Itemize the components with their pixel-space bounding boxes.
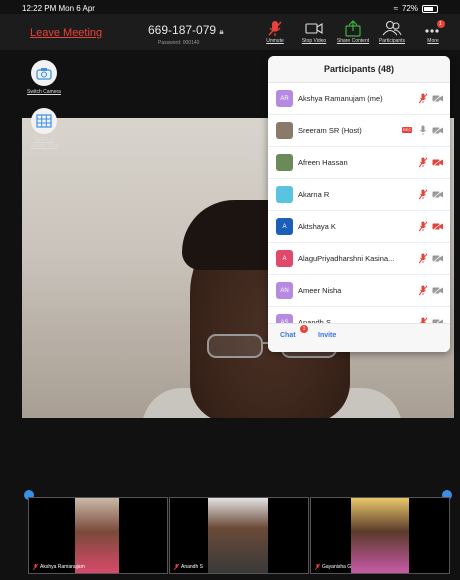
participant-name: Akshya Ramanujam (me) (298, 94, 383, 103)
stop-video-button[interactable]: Stop Video (296, 20, 332, 44)
avatar: A (276, 218, 293, 235)
avatar (276, 122, 293, 139)
meeting-toolbar: Leave Meeting 669-187-079 🔒︎ Password: 0… (0, 14, 460, 50)
participants-list: AR Akshya Ramanujam (me) Sreeram SR (Host)… (268, 83, 450, 339)
avatar: AN (276, 282, 293, 299)
participants-button[interactable]: Participants (374, 20, 410, 44)
participant-row[interactable]: A AlaguPriyadharshni Kasina... (268, 243, 450, 275)
camera-switch-icon (36, 67, 52, 80)
thumbnail-name: Gayanisha G (322, 564, 352, 570)
participants-title: Participants (48) (268, 56, 450, 83)
mic-icon (420, 125, 426, 135)
avatar (276, 186, 293, 203)
mic-muted-icon (418, 221, 428, 232)
meeting-password: Password: 000140 (158, 40, 200, 46)
recording-badge: REC (402, 127, 412, 133)
mic-muted-icon (418, 253, 428, 264)
avatar: A (276, 250, 293, 267)
status-time: 12:22 PM Mon 6 Apr (22, 4, 95, 13)
leave-meeting-button[interactable]: Leave Meeting (30, 27, 102, 39)
video-off-icon (432, 190, 444, 199)
video-thumbnail[interactable]: Anandh S (169, 497, 309, 574)
participant-row[interactable]: Akarna R (268, 179, 450, 211)
participant-name: AlaguPriyadharshni Kasina... (298, 254, 395, 263)
video-off-icon (432, 94, 444, 103)
share-icon (345, 20, 361, 37)
mic-muted-icon (418, 93, 428, 104)
participants-panel: Participants (48) AR Akshya Ramanujam (me… (268, 56, 450, 352)
video-off-icon (432, 254, 444, 263)
more-button[interactable]: 1 More (415, 20, 451, 44)
chat-badge: 1 (300, 325, 308, 333)
avatar (276, 154, 293, 171)
mic-muted-icon (174, 564, 179, 570)
thumbnail-video-feed (75, 498, 119, 573)
video-icon (305, 23, 323, 34)
avatar: AR (276, 90, 293, 107)
gallery-grid-icon (36, 114, 52, 128)
unmute-button[interactable]: Unmute (257, 20, 293, 44)
video-thumbnail[interactable]: Akshya Ramanujam (28, 497, 168, 574)
participants-footer: Chat 1 Invite (268, 323, 450, 352)
switch-gallery-view-button[interactable]: Switch to Gallery View (24, 108, 64, 149)
meeting-id: 669-187-079 🔒︎ (148, 23, 224, 37)
chat-button[interactable]: Chat (280, 332, 296, 339)
mic-muted-icon (418, 285, 428, 296)
participant-name: Sreeram SR (Host) (298, 126, 362, 135)
thumbnail-name: Akshya Ramanujam (40, 564, 85, 570)
wifi-icon: ≈ (393, 4, 398, 13)
participant-row[interactable]: AR Akshya Ramanujam (me) (268, 83, 450, 115)
participant-name: Aktshaya K (298, 222, 336, 231)
mic-muted-icon (418, 157, 428, 168)
thumbnail-video-feed (351, 498, 409, 573)
share-content-button[interactable]: Share Content (335, 20, 371, 44)
participant-row[interactable]: A Aktshaya K (268, 211, 450, 243)
lock-icon: 🔒︎ (219, 27, 224, 36)
participant-name: Afreen Hassan (298, 158, 348, 167)
mic-muted-icon (33, 564, 38, 570)
participant-row[interactable]: AN Ameer Nisha (268, 275, 450, 307)
video-off-icon (432, 286, 444, 295)
participants-icon (382, 20, 402, 36)
participant-name: Akarna R (298, 190, 330, 199)
video-thumbnail[interactable]: Gayanisha G (310, 497, 450, 574)
more-badge: 1 (439, 21, 442, 27)
more-icon (425, 20, 445, 33)
participant-row[interactable]: Sreeram SR (Host) REC (268, 115, 450, 147)
video-off-icon (432, 158, 444, 167)
thumbnail-video-feed (208, 498, 268, 573)
participant-row[interactable]: Afreen Hassan (268, 147, 450, 179)
invite-button[interactable]: Invite (318, 332, 336, 339)
thumbnail-name: Anandh S (181, 564, 203, 570)
status-bar: 12:22 PM Mon 6 Apr ≈ 72% (0, 0, 460, 14)
battery-icon (422, 4, 438, 13)
battery-percent: 72% (401, 4, 418, 13)
video-off-icon (432, 126, 444, 135)
mic-muted-icon (418, 189, 428, 200)
mic-muted-icon (268, 21, 282, 36)
switch-camera-button[interactable]: Switch Camera (24, 60, 64, 95)
participant-name: Ameer Nisha (298, 286, 342, 295)
video-off-icon (432, 222, 444, 231)
mic-muted-icon (315, 564, 320, 570)
